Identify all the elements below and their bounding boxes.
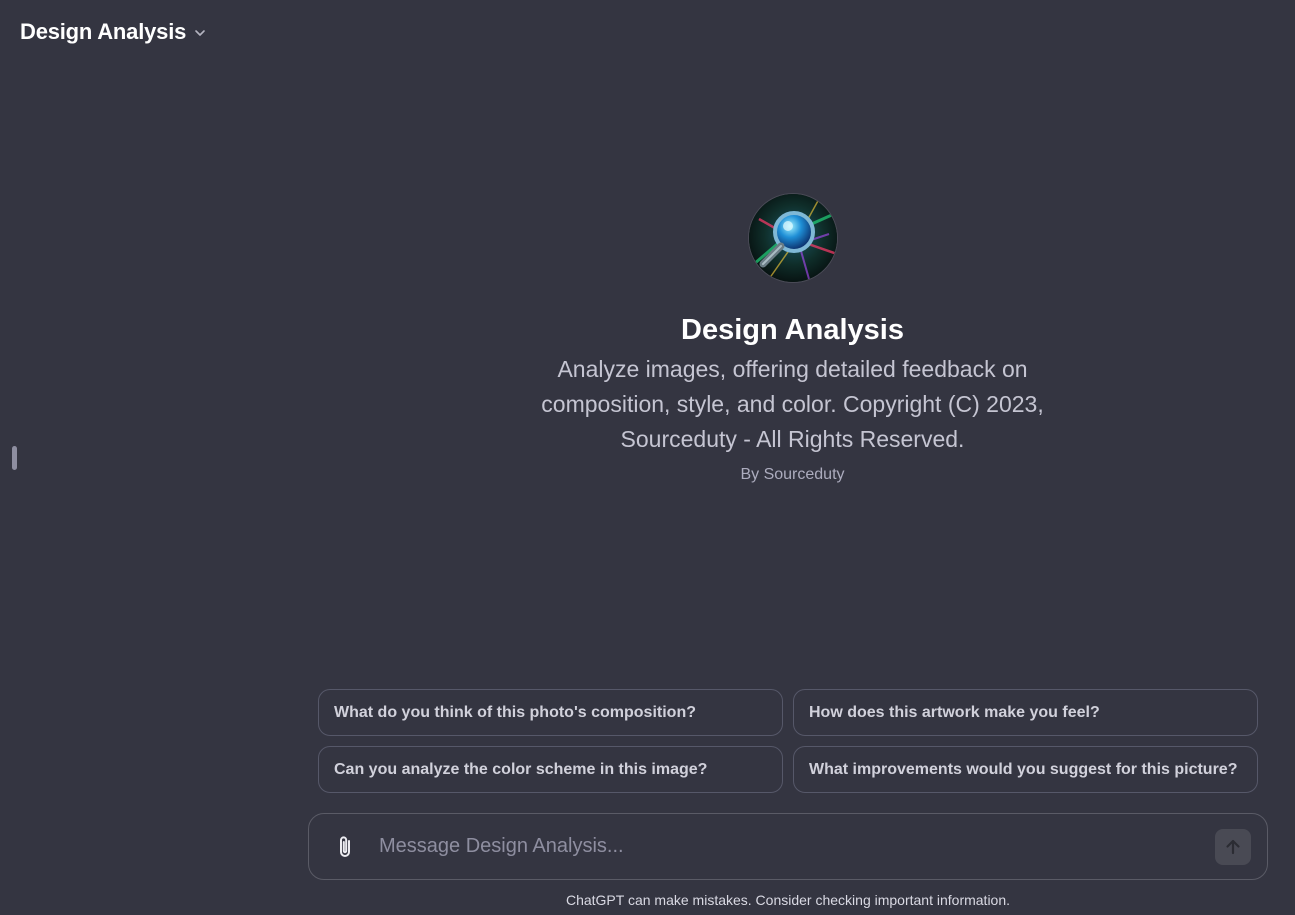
attach-button[interactable] (333, 833, 357, 861)
page-title: Design Analysis (20, 19, 187, 44)
model-selector[interactable]: Design Analysis (20, 16, 208, 48)
paperclip-icon (340, 835, 350, 857)
suggestion-button[interactable]: Can you analyze the color scheme in this… (318, 746, 783, 793)
gpt-name: Design Analysis (681, 314, 904, 346)
gpt-intro: Design Analysis Analyze images, offering… (500, 193, 1085, 484)
suggestion-button[interactable]: How does this artwork make you feel? (793, 689, 1258, 736)
suggestion-button[interactable]: What do you think of this photo's compos… (318, 689, 783, 736)
gpt-avatar (747, 193, 838, 283)
gpt-description: Analyze images, offering detailed feedba… (541, 356, 1044, 452)
suggestion-button[interactable]: What improvements would you suggest for … (793, 746, 1258, 793)
message-input[interactable] (377, 834, 1215, 859)
send-button[interactable] (1215, 828, 1251, 865)
chevron-down-icon (192, 25, 208, 41)
arrow-up-icon (1226, 839, 1240, 854)
message-composer (308, 813, 1268, 880)
sidebar-toggle-handle[interactable] (12, 446, 17, 470)
magnifying-glass-art-icon (748, 194, 837, 282)
disclaimer-text: ChatGPT can make mistakes. Consider chec… (565, 892, 1011, 908)
suggestion-grid: What do you think of this photo's compos… (318, 689, 1258, 793)
gpt-author: By Sourceduty (740, 466, 845, 483)
